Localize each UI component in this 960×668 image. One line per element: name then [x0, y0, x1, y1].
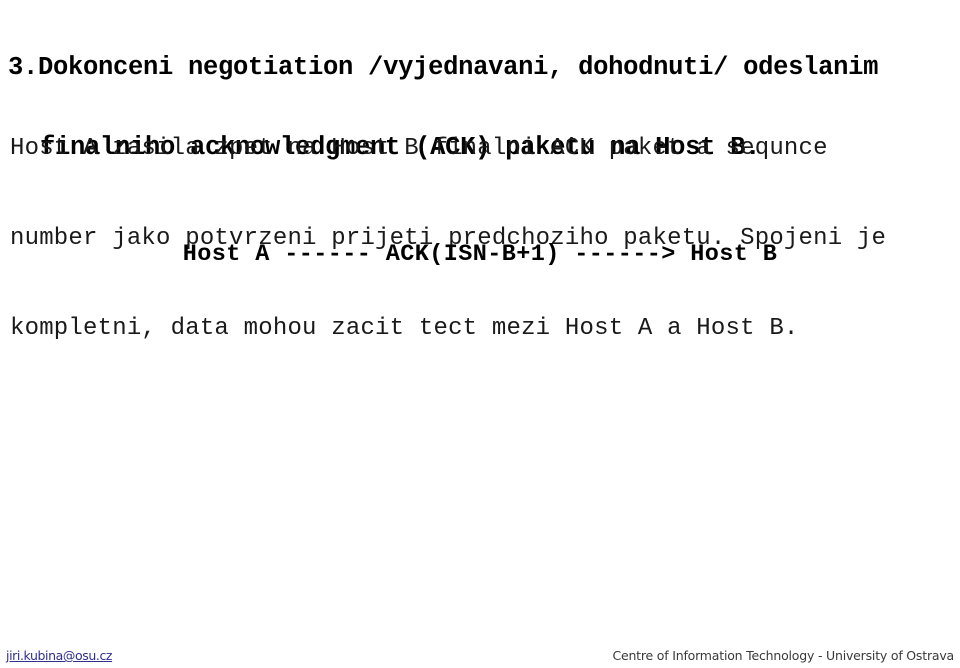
footer-organization-label: Centre of Information Technology - Unive…: [612, 648, 954, 663]
ack-packet-flow-diagram: Host A ------ ACK(ISN-B+1) ------> Host …: [182, 241, 778, 268]
slide-canvas: 3.Dokonceni negotiation /vyjednavani, do…: [0, 0, 960, 668]
slide-body-paragraph: Host A zasila zpet na Host B finalni ACK…: [10, 74, 960, 404]
footer-email-link[interactable]: jiri.kubina@osu.cz: [6, 648, 112, 663]
body-line-1: Host A zasila zpet na Host B finalni ACK…: [10, 135, 828, 162]
body-line-3: kompletni, data mohou zacit tect mezi Ho…: [10, 315, 799, 342]
